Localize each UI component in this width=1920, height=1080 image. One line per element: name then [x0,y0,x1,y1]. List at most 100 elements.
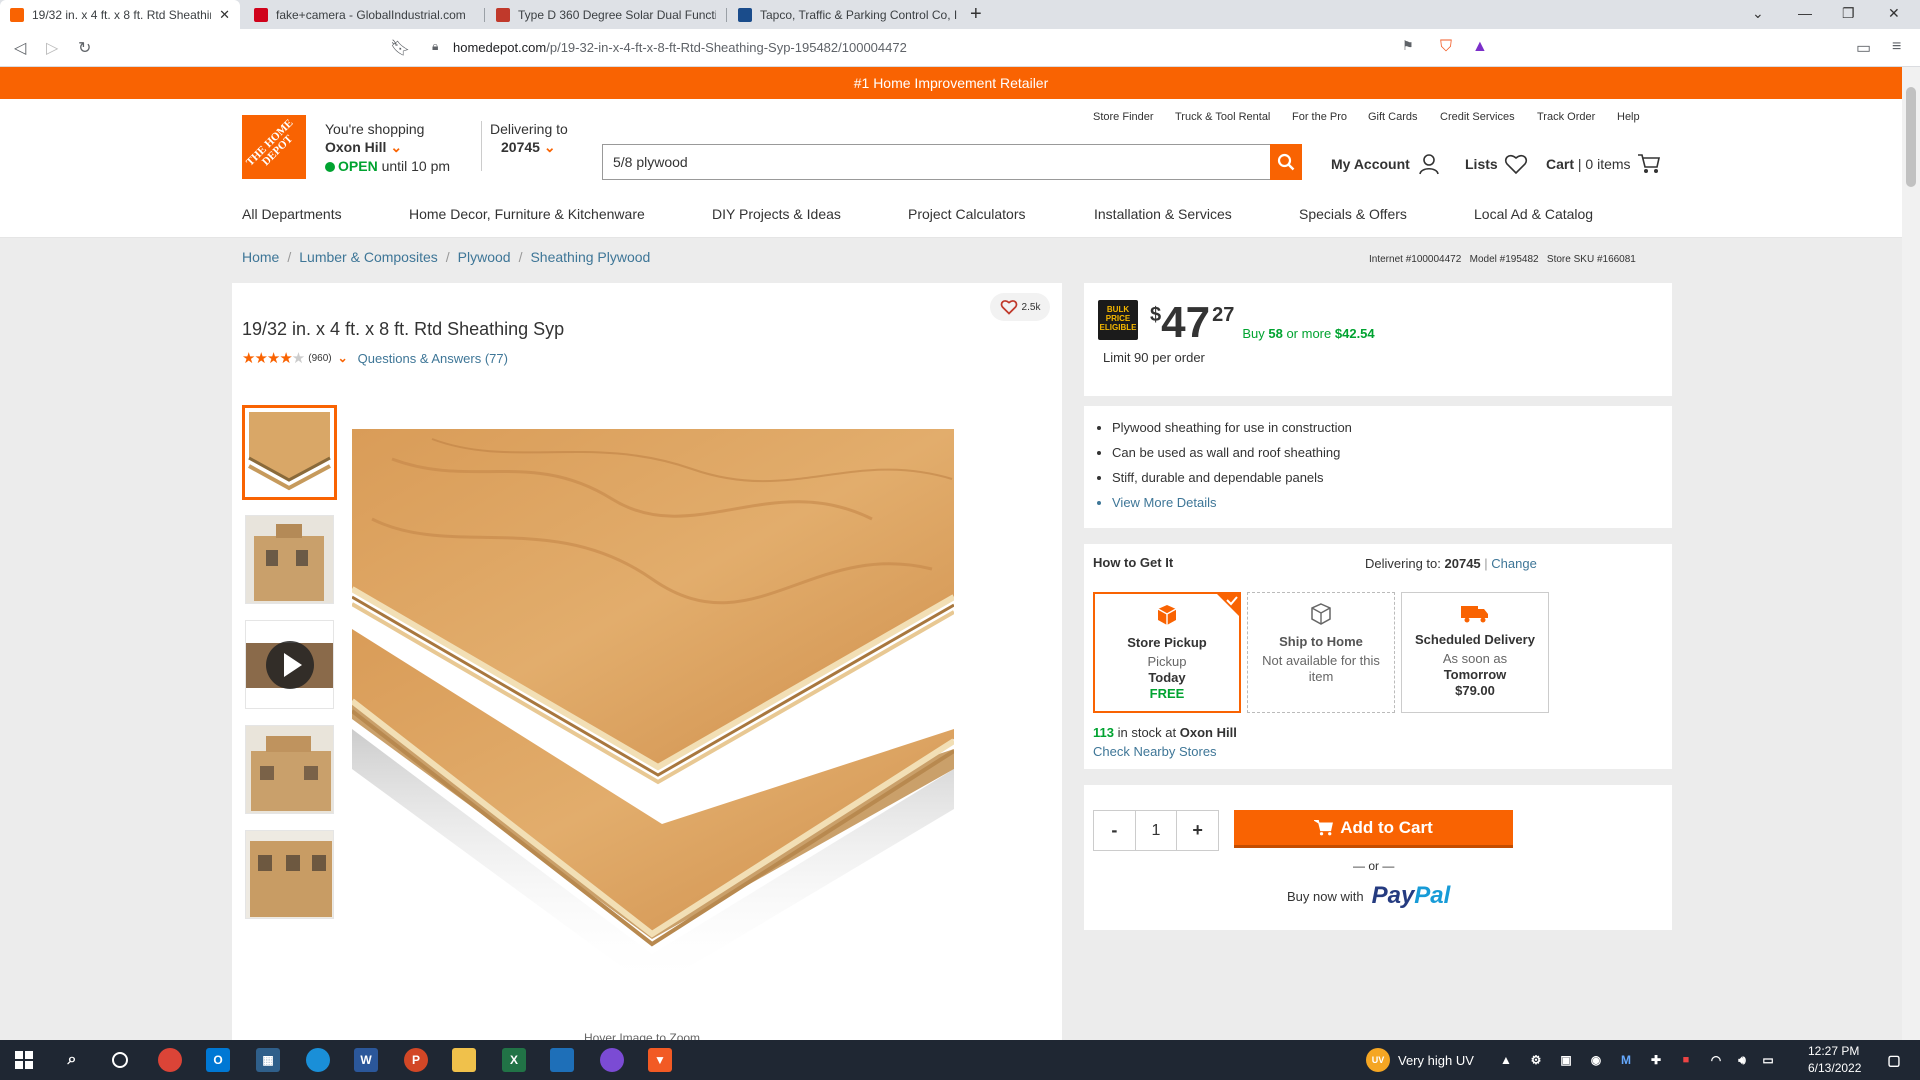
windows-start-icon[interactable] [12,1048,36,1072]
breadcrumb-home[interactable]: Home [242,249,279,265]
weather-text[interactable]: Very high UV [1398,1053,1474,1068]
tray-icon[interactable]: ◉ [1584,1048,1608,1072]
lock-icon[interactable]: 🔒︎ [432,39,438,54]
url-field[interactable]: homedepot.com/p/19-32-in-x-4-ft-x-8-ft-R… [453,40,907,55]
nav-project-calculators[interactable]: Project Calculators [908,206,1026,222]
browser-tab[interactable]: Type D 360 Degree Solar Dual Functio [486,0,726,29]
quantity-decrease-button[interactable]: - [1094,811,1135,850]
browser-tab[interactable]: fake+camera - GlobalIndustrial.com [244,0,484,29]
app-drop-icon[interactable] [600,1048,624,1072]
breadcrumb-plywood[interactable]: Plywood [458,249,511,265]
promo-banner[interactable]: #1 Home Improvement Retailer [0,67,1902,99]
thumbnail-video[interactable] [245,620,334,709]
wallet-icon[interactable]: ▭ [1856,38,1871,58]
store-selector[interactable]: You're shopping Oxon Hill ⌄ OPEN until 1… [325,121,450,174]
view-more-details-link[interactable]: View More Details [1112,495,1352,510]
nav-all-departments[interactable]: All Departments [242,206,342,222]
product-rating[interactable]: ★★★★★ (960) ⌄ Questions & Answers (77) [242,349,508,367]
volume-icon[interactable]: 🔊︎ [1730,1048,1754,1072]
brave-icon[interactable]: ▼ [648,1048,672,1072]
tray-icon[interactable]: ■ [1674,1048,1698,1072]
nav-home-decor[interactable]: Home Decor, Furniture & Kitchenware [409,206,645,222]
store-pickup-icon [1157,605,1177,625]
cart-button[interactable]: Cart | 0 items [1546,153,1661,175]
file-explorer-icon[interactable] [452,1048,476,1072]
delivery-zip-selector[interactable]: Delivering to 20745 ⌄ [490,121,568,156]
quantity-increase-button[interactable]: + [1177,811,1218,850]
browser-tab[interactable]: Tapco, Traffic & Parking Control Co, Inc [728,0,968,29]
calculator-icon[interactable]: ▦ [256,1048,280,1072]
top-link-store-finder[interactable]: Store Finder [1093,111,1154,123]
translate-icon[interactable]: ⚑ [1402,38,1414,54]
top-link-help[interactable]: Help [1617,111,1640,123]
close-window-icon[interactable]: ✕ [1888,5,1900,22]
close-icon[interactable]: ✕ [219,7,230,23]
maximize-icon[interactable]: ❐ [1842,5,1855,22]
thumbnail-house-wall[interactable] [245,830,334,919]
top-link-credit-services[interactable]: Credit Services [1440,111,1515,123]
network-icon[interactable]: ◠ [1704,1048,1728,1072]
tab-search-icon[interactable]: ⌄ [1752,5,1764,22]
breadcrumb-lumber[interactable]: Lumber & Composites [299,249,438,265]
nav-local-ad[interactable]: Local Ad & Catalog [1474,206,1593,222]
chrome-icon[interactable] [158,1048,182,1072]
weather-icon[interactable]: UV [1366,1048,1390,1072]
new-tab-icon[interactable]: + [970,3,982,26]
tray-icon[interactable]: ▲ [1494,1048,1518,1072]
paypal-button[interactable]: Buy now with PayPal [1287,882,1450,910]
lists-button[interactable]: Lists [1465,153,1528,175]
minimize-icon[interactable]: — [1798,5,1812,21]
cortana-icon[interactable] [108,1048,132,1072]
breadcrumb-sheathing-plywood[interactable]: Sheathing Plywood [530,249,650,265]
nav-specials-offers[interactable]: Specials & Offers [1299,206,1407,222]
reload-icon[interactable]: ↻ [78,38,91,58]
search-icon[interactable]: ⌕ [60,1048,84,1072]
excel-icon[interactable]: X [502,1048,526,1072]
forward-icon[interactable]: ▷ [46,38,58,58]
main-product-image[interactable] [350,429,956,989]
page-scrollbar[interactable] [1902,67,1920,1040]
my-account-button[interactable]: My Account [1331,153,1440,175]
edge-icon[interactable] [306,1048,330,1072]
battery-icon[interactable]: ▭ [1756,1048,1780,1072]
word-icon[interactable]: W [354,1048,378,1072]
clock-time[interactable]: 12:27 PM [1808,1044,1859,1058]
thumbnail-house-sheathed[interactable] [245,725,334,814]
brave-shield-icon[interactable]: ⛉ [1440,38,1452,56]
browser-tab-active[interactable]: 19/32 in. x 4 ft. x 8 ft. Rtd Sheathing … [0,0,240,29]
questions-answers-link[interactable]: Questions & Answers (77) [358,351,508,366]
tray-icon[interactable]: ⚙ [1524,1048,1548,1072]
url-path: /p/19-32-in-x-4-ft-x-8-ft-Rtd-Sheathing-… [546,40,907,55]
photos-icon[interactable] [550,1048,574,1072]
brave-rewards-icon[interactable]: ▲ [1472,38,1488,56]
top-link-for-the-pro[interactable]: For the Pro [1292,111,1347,123]
add-to-cart-button[interactable]: Add to Cart [1234,810,1513,848]
tray-icon[interactable]: ✚ [1644,1048,1668,1072]
store-pickup-option[interactable]: Store Pickup Pickup Today FREE [1093,592,1241,713]
check-nearby-stores-link[interactable]: Check Nearby Stores [1093,744,1217,759]
thumbnail-plywood[interactable] [242,405,337,500]
tray-icon[interactable]: M [1614,1048,1638,1072]
scheduled-delivery-option[interactable]: Scheduled Delivery As soon as Tomorrow $79… [1401,592,1549,713]
powerpoint-icon[interactable]: P [404,1048,428,1072]
top-link-gift-cards[interactable]: Gift Cards [1368,111,1418,123]
change-zip-link[interactable]: Change [1491,556,1537,571]
menu-icon[interactable]: ≡ [1892,38,1901,56]
favorite-button[interactable]: 2.5k [990,293,1050,321]
top-link-track-order[interactable]: Track Order [1537,111,1595,123]
nav-installation-services[interactable]: Installation & Services [1094,206,1232,222]
home-depot-logo[interactable]: THE HOME DEPOT [242,115,306,179]
nav-diy-projects[interactable]: DIY Projects & Ideas [712,206,841,222]
thumbnail-house-frame[interactable] [245,515,334,604]
tray-icon[interactable]: ▣ [1554,1048,1578,1072]
search-input[interactable]: 5/8 plywood [602,144,1302,180]
clock-date[interactable]: 6/13/2022 [1808,1061,1861,1075]
top-link-truck-rental[interactable]: Truck & Tool Rental [1175,111,1270,123]
outlook-icon[interactable]: O [206,1048,230,1072]
back-icon[interactable]: ◁ [14,38,26,58]
search-button[interactable] [1270,144,1302,180]
bookmark-icon[interactable]: 🔖︎ [390,38,410,58]
ship-to-home-option[interactable]: Ship to Home Not available for this item [1247,592,1395,713]
quantity-input[interactable]: 1 [1134,811,1178,850]
notifications-icon[interactable]: ▢ [1882,1048,1906,1072]
